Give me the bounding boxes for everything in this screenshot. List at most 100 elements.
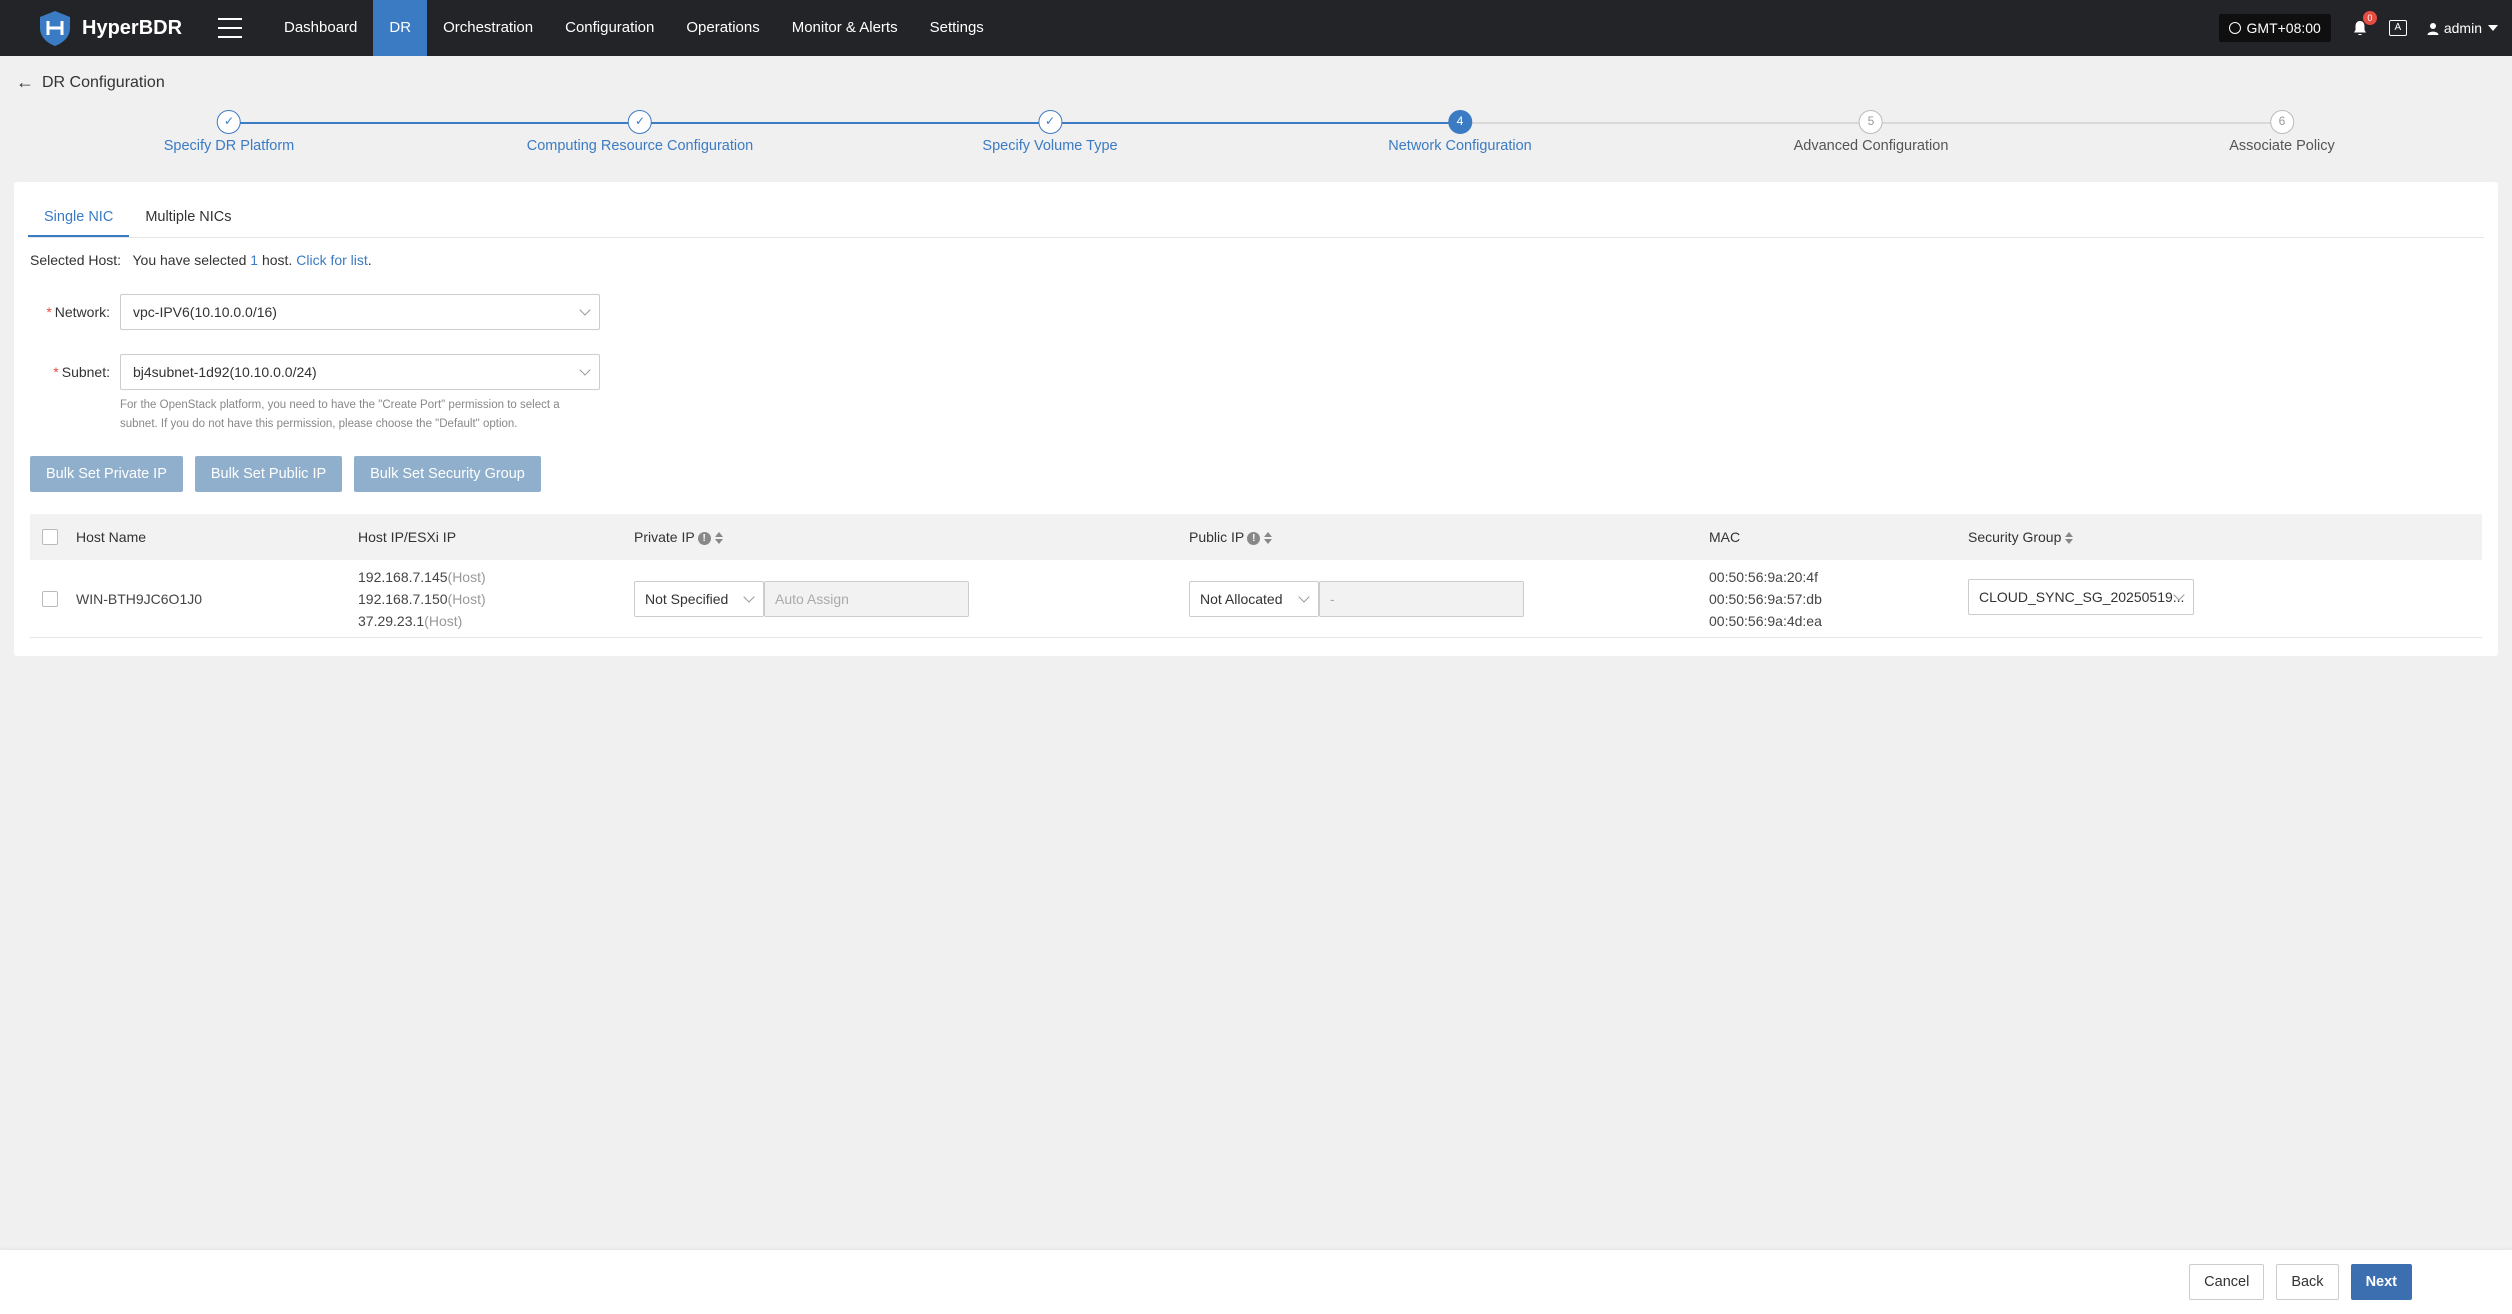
step-label: Advanced Configuration bbox=[1793, 138, 1949, 154]
step-number: 5 bbox=[1859, 110, 1883, 134]
language-icon[interactable]: A bbox=[2388, 20, 2407, 36]
nav-orchestration[interactable]: Orchestration bbox=[427, 0, 549, 56]
host-name: WIN-BTH9JC6O1J0 bbox=[76, 590, 203, 607]
private-ip-mode-select[interactable]: Not Specified bbox=[634, 580, 764, 617]
check-icon: ✓ bbox=[216, 110, 241, 134]
nav-monitor-alerts[interactable]: Monitor & Alerts bbox=[776, 0, 914, 56]
mac-addresses: 00:50:56:9a:20:4f 00:50:56:9a:57:db 00:5… bbox=[1709, 568, 1822, 629]
tab-multiple-nics[interactable]: Multiple NICs bbox=[129, 196, 247, 237]
sort-icon[interactable] bbox=[714, 532, 723, 545]
security-group-select[interactable]: CLOUD_SYNC_SG_20250519... bbox=[1968, 579, 2194, 615]
subnet-value: bj4subnet-1d92(10.10.0.0/24) bbox=[133, 364, 317, 380]
network-select[interactable]: vpc-IPV6(10.10.0.0/16) bbox=[120, 294, 600, 330]
host-list-link[interactable]: Click for list bbox=[296, 252, 368, 268]
bulk-set-private-ip-button[interactable]: Bulk Set Private IP bbox=[30, 456, 183, 492]
selected-host-text-after: host. bbox=[261, 252, 293, 268]
table-header: Host Name Host IP/ESXi IP Private IP! Pu… bbox=[30, 514, 2482, 560]
nic-tabs: Single NIC Multiple NICs bbox=[28, 196, 2484, 238]
back-arrow-icon[interactable]: ← bbox=[16, 72, 34, 93]
col-security-group[interactable]: Security Group bbox=[1956, 529, 2356, 545]
notification-bell-icon[interactable]: 0 bbox=[2351, 11, 2377, 37]
col-host-ip: Host IP/ESXi IP bbox=[358, 529, 457, 545]
col-private-ip[interactable]: Private IP! bbox=[622, 529, 1177, 545]
network-config-card: Single NIC Multiple NICs Selected Host: … bbox=[14, 182, 2498, 656]
network-row: * Network: vpc-IPV6(10.10.0.0/16) bbox=[14, 294, 600, 330]
subnet-label: * Subnet: bbox=[53, 364, 110, 380]
app-name: HyperBDR bbox=[82, 16, 183, 39]
chevron-down-icon bbox=[579, 304, 591, 316]
bulk-actions: Bulk Set Private IP Bulk Set Public IP B… bbox=[30, 456, 553, 492]
select-all-checkbox[interactable] bbox=[42, 529, 58, 545]
host-ips: 192.168.7.145(Host) 192.168.7.150(Host) … bbox=[358, 568, 486, 629]
col-public-ip[interactable]: Public IP! bbox=[1177, 529, 1697, 545]
table-row: WIN-BTH9JC6O1J0 192.168.7.145(Host) 192.… bbox=[30, 560, 2482, 638]
step-progress-line bbox=[229, 122, 1460, 124]
network-value: vpc-IPV6(10.10.0.0/16) bbox=[133, 304, 277, 320]
step-label: Network Configuration bbox=[1388, 138, 1532, 154]
bulk-set-security-group-button[interactable]: Bulk Set Security Group bbox=[354, 456, 541, 492]
notification-badge: 0 bbox=[2362, 11, 2377, 25]
nav-configuration[interactable]: Configuration bbox=[549, 0, 670, 56]
chevron-down-icon bbox=[579, 364, 591, 376]
nav-settings[interactable]: Settings bbox=[914, 0, 1000, 56]
subnet-row: * Subnet: bj4subnet-1d92(10.10.0.0/24) bbox=[14, 354, 600, 390]
nav-dr[interactable]: DR bbox=[373, 0, 428, 56]
page-title: DR Configuration bbox=[42, 73, 165, 91]
step-label: Computing Resource Configuration bbox=[526, 138, 754, 154]
clock-icon bbox=[2228, 22, 2241, 34]
info-icon[interactable]: ! bbox=[697, 531, 711, 545]
step-2[interactable]: ✓ Computing Resource Configuration bbox=[526, 110, 754, 154]
hosts-table: Host Name Host IP/ESXi IP Private IP! Pu… bbox=[30, 514, 2482, 638]
bulk-set-public-ip-button[interactable]: Bulk Set Public IP bbox=[194, 456, 343, 492]
col-host-name: Host Name bbox=[76, 529, 147, 545]
chevron-down-icon bbox=[2488, 25, 2498, 31]
step-number: 4 bbox=[1448, 110, 1472, 134]
back-button[interactable]: Back bbox=[2276, 1264, 2339, 1300]
cancel-button[interactable]: Cancel bbox=[2189, 1264, 2265, 1300]
nav-operations[interactable]: Operations bbox=[670, 0, 775, 56]
timezone-label: GMT+08:00 bbox=[2246, 20, 2321, 36]
row-checkbox[interactable] bbox=[42, 590, 58, 607]
app-logo[interactable]: HyperBDR bbox=[36, 9, 202, 47]
col-mac: MAC bbox=[1709, 529, 1741, 545]
step-label: Specify Volume Type bbox=[982, 138, 1118, 154]
selected-host-info: Selected Host: You have selected 1 host.… bbox=[30, 252, 372, 268]
selected-host-text: You have selected bbox=[132, 252, 247, 268]
next-button[interactable]: Next bbox=[2350, 1264, 2412, 1300]
top-navbar: HyperBDR Dashboard DR Orchestration Conf… bbox=[0, 0, 2512, 56]
check-icon: ✓ bbox=[1038, 110, 1062, 134]
info-icon[interactable]: ! bbox=[1247, 531, 1261, 545]
sort-icon[interactable] bbox=[1264, 532, 1273, 545]
user-icon bbox=[2427, 22, 2439, 35]
step-1[interactable]: ✓ Specify DR Platform bbox=[163, 110, 295, 154]
shield-logo-icon bbox=[40, 11, 70, 46]
user-menu[interactable]: admin bbox=[2427, 20, 2498, 36]
check-icon: ✓ bbox=[628, 110, 652, 134]
step-number: 6 bbox=[2269, 110, 2294, 134]
public-ip-mode-select[interactable]: Not Allocated bbox=[1189, 580, 1319, 617]
timezone-button[interactable]: GMT+08:00 bbox=[2218, 14, 2331, 42]
step-6: 6 Associate Policy bbox=[2229, 110, 2335, 154]
public-ip-cell: Not Allocated - bbox=[1177, 580, 1697, 617]
network-label: * Network: bbox=[46, 304, 110, 320]
tab-single-nic[interactable]: Single NIC bbox=[28, 196, 130, 237]
subnet-hint: For the OpenStack platform, you need to … bbox=[120, 399, 560, 430]
selected-host-label: Selected Host: bbox=[30, 252, 122, 268]
nav-dashboard[interactable]: Dashboard bbox=[268, 0, 373, 56]
wizard-steps: ✓ Specify DR Platform ✓ Computing Resour… bbox=[0, 110, 2512, 166]
chevron-down-icon bbox=[743, 590, 755, 603]
step-label: Associate Policy bbox=[2229, 138, 2335, 154]
public-ip-input: - bbox=[1319, 580, 1524, 617]
subnet-select[interactable]: bj4subnet-1d92(10.10.0.0/24) bbox=[120, 354, 600, 390]
username: admin bbox=[2443, 20, 2482, 36]
step-5: 5 Advanced Configuration bbox=[1793, 110, 1949, 154]
private-ip-cell: Not Specified Auto Assign bbox=[622, 580, 1177, 617]
step-label: Specify DR Platform bbox=[163, 138, 295, 154]
footer-bar: Cancel Back Next bbox=[0, 1250, 2512, 1314]
menu-toggle-icon[interactable] bbox=[218, 18, 242, 38]
step-3[interactable]: ✓ Specify Volume Type bbox=[982, 110, 1118, 154]
private-ip-input: Auto Assign bbox=[764, 580, 969, 617]
sort-icon[interactable] bbox=[2065, 532, 2074, 545]
page-header: ← DR Configuration bbox=[16, 72, 165, 93]
selected-host-count: 1 bbox=[250, 252, 259, 268]
